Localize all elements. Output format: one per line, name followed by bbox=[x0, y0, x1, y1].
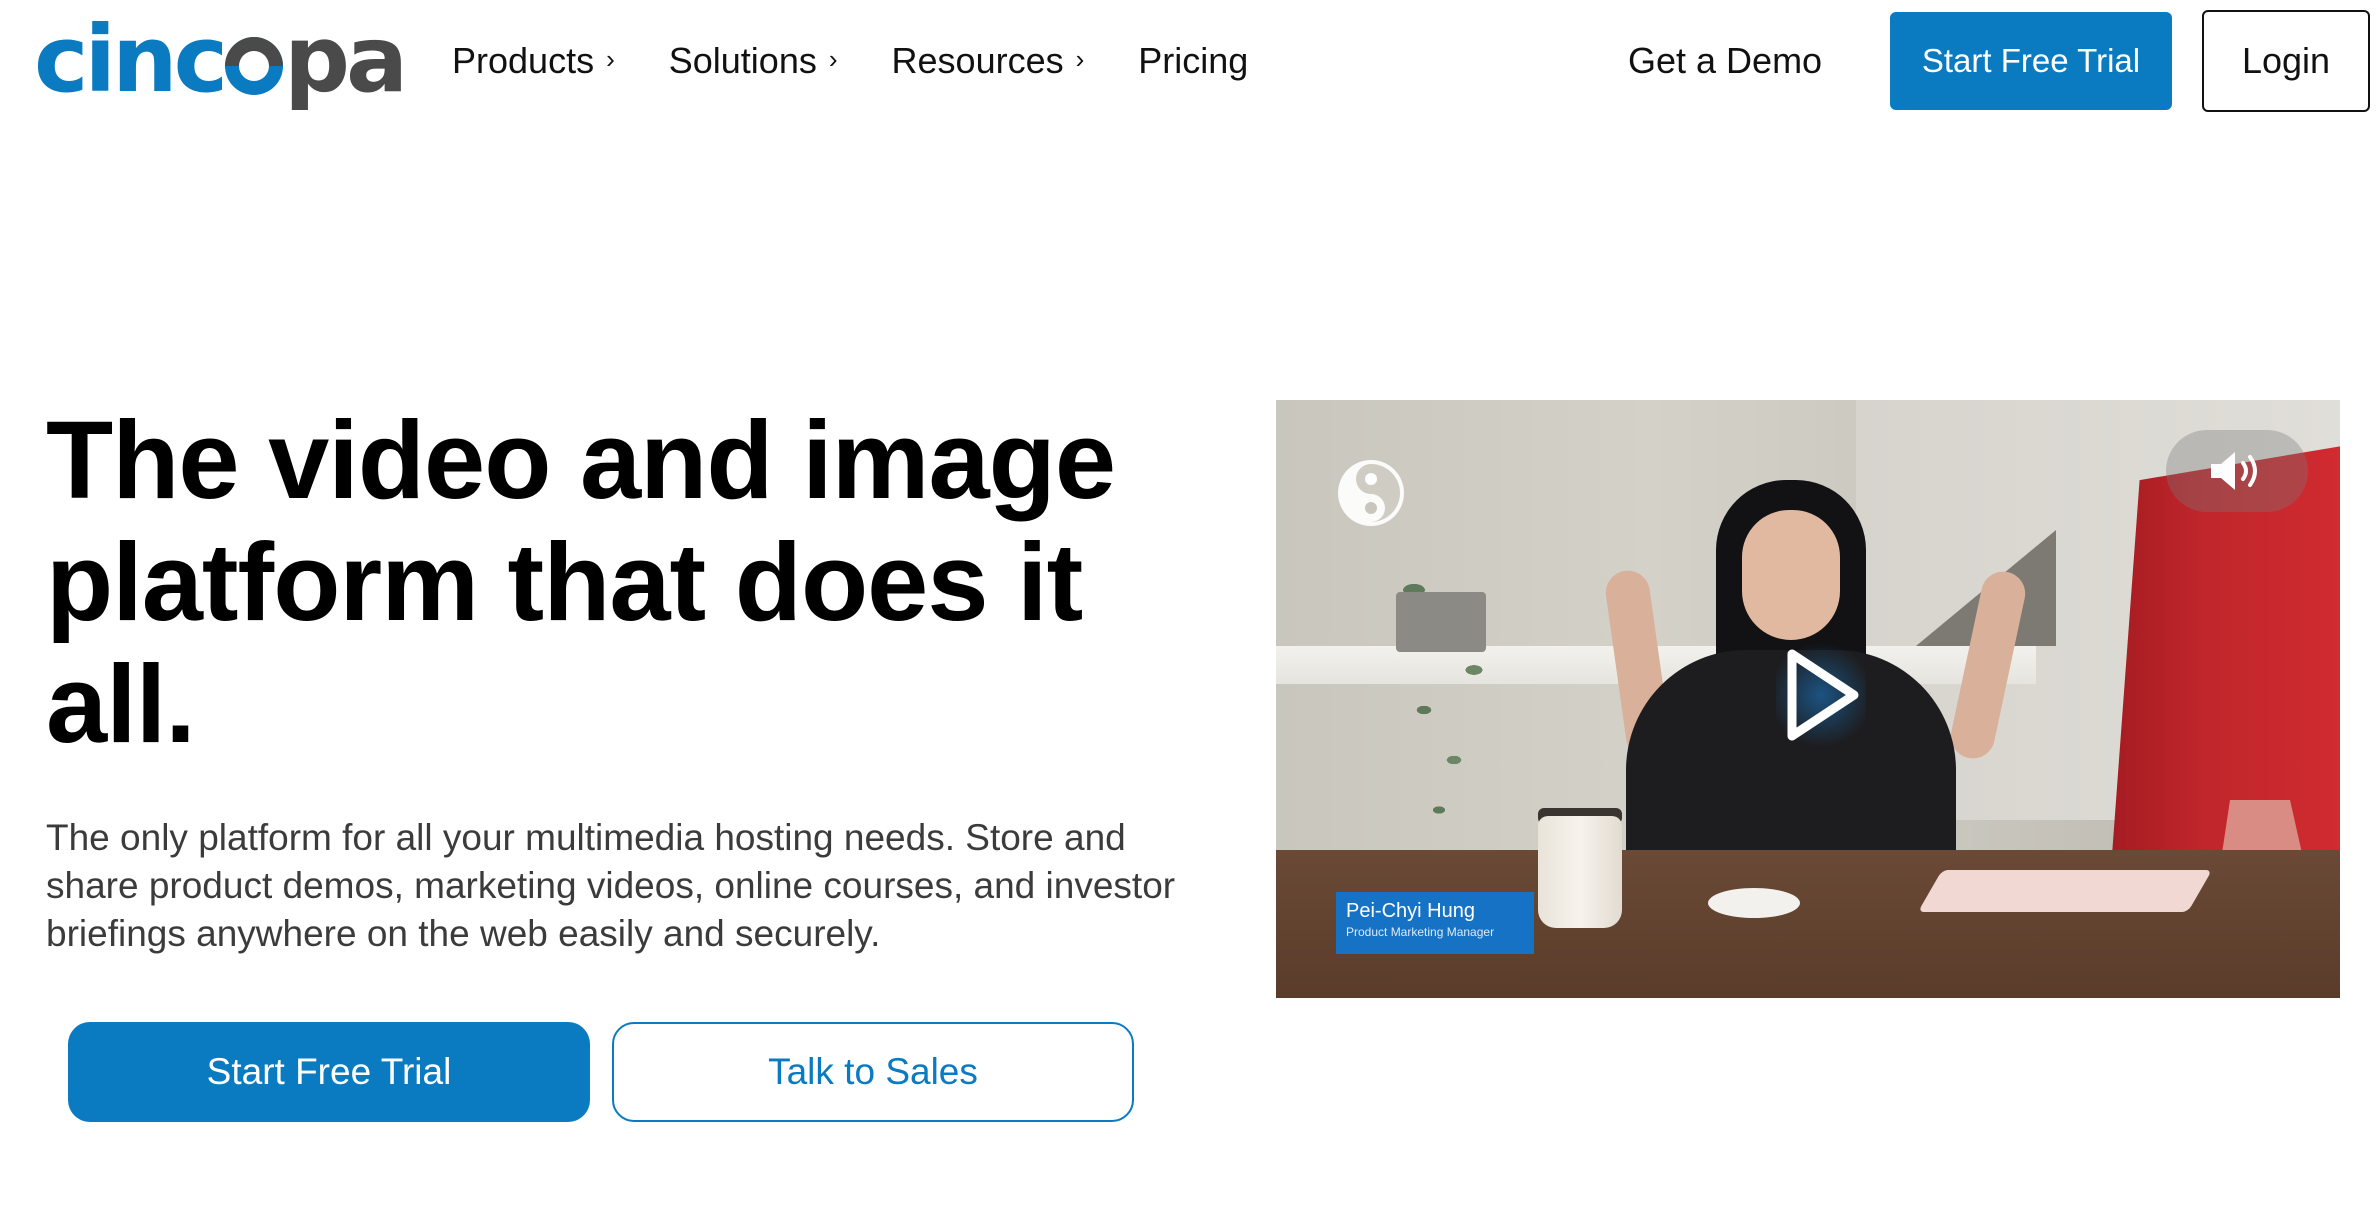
logo-text-left: cinc bbox=[34, 6, 228, 113]
cincopa-s-icon bbox=[1338, 460, 1404, 526]
video-scene-keyboard bbox=[1917, 870, 2213, 912]
cincopa-logo[interactable]: cinc pa bbox=[34, 6, 408, 113]
site-header: cinc pa Products › Solutions › Resources … bbox=[0, 0, 2378, 122]
video-scene-plant-pot bbox=[1396, 592, 1486, 652]
video-scene-person-face bbox=[1742, 510, 1840, 640]
talk-to-sales-button[interactable]: Talk to Sales bbox=[612, 1022, 1134, 1122]
video-scene-mug bbox=[1538, 816, 1622, 928]
nav-item-products[interactable]: Products › bbox=[452, 40, 615, 82]
speaker-role: Product Marketing Manager bbox=[1346, 925, 1495, 939]
chevron-right-icon: › bbox=[828, 43, 838, 74]
speaker-caption: Pei-Chyi Hung Product Marketing Manager bbox=[1336, 892, 1534, 954]
nav-item-label: Products bbox=[452, 40, 595, 81]
video-scene-mouse bbox=[1708, 888, 1800, 918]
start-free-trial-button[interactable]: Start Free Trial bbox=[1890, 12, 2172, 110]
speaker-icon bbox=[2211, 452, 2257, 490]
nav-item-label: Resources bbox=[891, 40, 1064, 81]
main-nav: Products › Solutions › Resources › Prici… bbox=[452, 30, 1248, 92]
nav-item-resources[interactable]: Resources › bbox=[892, 40, 1085, 82]
nav-item-solutions[interactable]: Solutions › bbox=[669, 40, 838, 82]
play-icon[interactable] bbox=[1776, 640, 1866, 750]
logo-o-mark-icon bbox=[225, 37, 284, 95]
speaker-name: Pei-Chyi Hung bbox=[1346, 900, 1475, 922]
nav-item-label: Solutions bbox=[668, 40, 817, 81]
nav-item-pricing[interactable]: Pricing bbox=[1138, 40, 1248, 82]
mute-toggle[interactable] bbox=[2166, 430, 2308, 512]
chevron-right-icon: › bbox=[606, 43, 615, 74]
hero-subtitle: The only platform for all your multimedi… bbox=[46, 817, 1176, 954]
login-button[interactable]: Login bbox=[2202, 10, 2370, 112]
chevron-right-icon: › bbox=[1075, 43, 1085, 74]
nav-item-label: Pricing bbox=[1138, 40, 1249, 81]
video-player[interactable]: Pei-Chyi Hung Product Marketing Manager bbox=[1276, 400, 2340, 998]
get-demo-link[interactable]: Get a Demo bbox=[1628, 30, 1822, 92]
hero-start-free-trial-button[interactable]: Start Free Trial bbox=[68, 1022, 590, 1122]
hero-title: The video and image platform that does i… bbox=[46, 399, 1116, 766]
logo-text-right: pa bbox=[284, 6, 408, 113]
